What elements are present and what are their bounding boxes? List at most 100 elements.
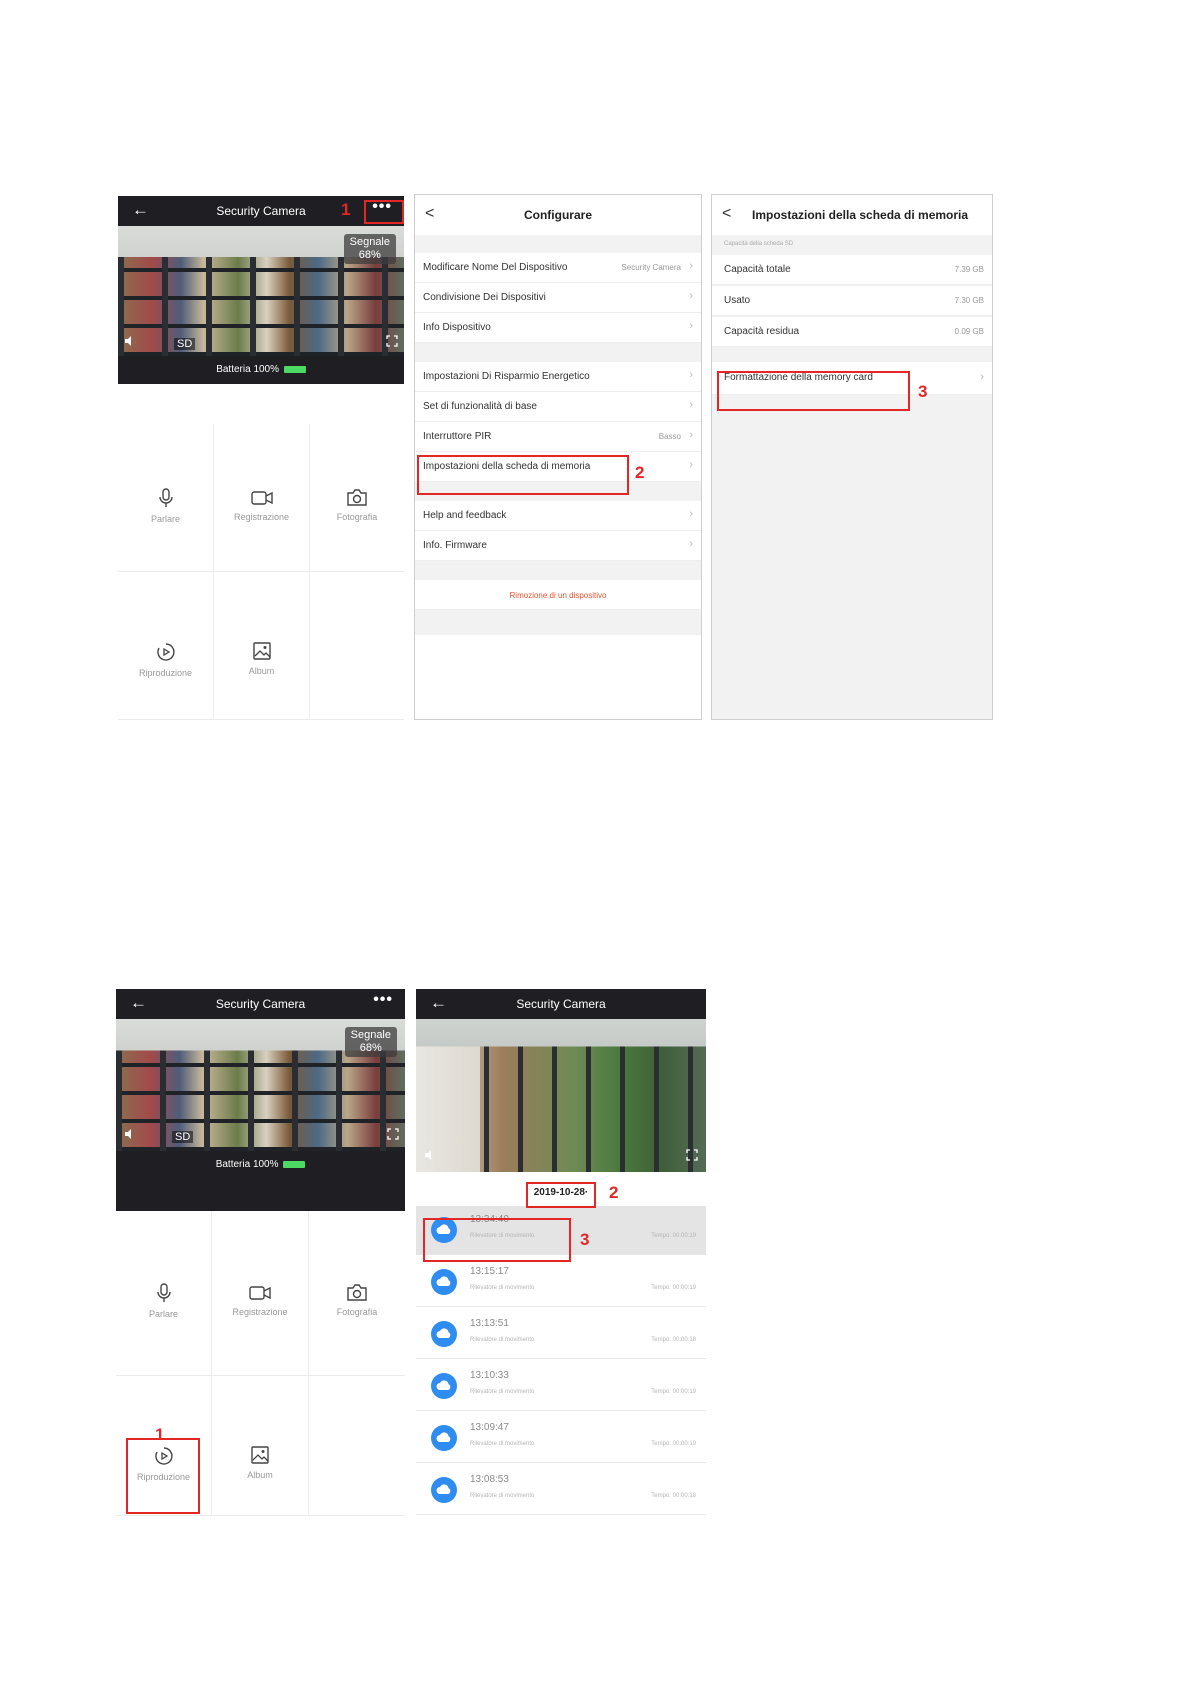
event-duration: Tempo: 00:00:19 [651, 1389, 696, 1395]
setting-label: Condivisione Dei Dispositivi [423, 292, 546, 303]
setting-label: Info Dispositivo [423, 322, 491, 333]
chevron-right-icon: › [689, 369, 693, 381]
live-video-feed[interactable]: Segnale 68% SD [116, 1019, 405, 1151]
action-label: Registrazione [232, 1307, 288, 1317]
annotation-box-event [423, 1218, 571, 1262]
setting-pir-switch[interactable]: Interruttore PIR Basso › [415, 422, 701, 452]
action-playback[interactable]: Riproduzione [118, 572, 214, 720]
event-time: 13:10:33 [470, 1370, 509, 1381]
annotation-number: 2 [635, 463, 645, 482]
video-camera-icon [250, 491, 273, 505]
event-row[interactable]: 13:08:53 Rilevatore di movimento Tempo: … [416, 1466, 706, 1515]
capacity-label: Capacità residua [724, 326, 800, 337]
setting-device-info[interactable]: Info Dispositivo › [415, 313, 701, 343]
capacity-used-row: Usato 7.30 GB [712, 286, 992, 316]
back-chevron-icon[interactable]: < [722, 205, 731, 223]
action-label: Parlare [150, 514, 180, 524]
sd-label[interactable]: SD [172, 1131, 194, 1143]
page-title: Impostazioni della scheda di memoria [752, 208, 969, 222]
camera-icon [347, 1284, 367, 1301]
signal-label: Segnale [350, 1029, 391, 1041]
event-type: Rilevatore di movimento [470, 1493, 535, 1499]
capacity-value: 7.39 GB [954, 265, 984, 274]
capacity-value: 7.30 GB [954, 296, 984, 305]
setting-basic-features[interactable]: Set di funzionalità di base › [415, 392, 701, 422]
action-label: Album [248, 666, 275, 676]
action-photo[interactable]: Fotografia [310, 424, 404, 572]
remove-device-button[interactable]: Rimozione di un dispositivo [415, 580, 701, 610]
event-type: Rilevatore di movimento [470, 1389, 535, 1395]
chevron-right-icon: › [689, 320, 693, 332]
capacity-label: Capacità totale [724, 264, 791, 275]
battery-value: 100% [253, 364, 280, 375]
action-grid: Parlare Registrazione Fotografia Riprodu… [118, 424, 404, 720]
battery-value: 100% [252, 1159, 279, 1170]
annotation-box-format [717, 371, 910, 411]
chevron-right-icon: › [689, 538, 693, 550]
mute-icon[interactable] [124, 335, 136, 350]
event-type: Rilevatore di movimento [470, 1441, 535, 1447]
event-time: 13:09:47 [470, 1422, 509, 1433]
event-duration: Tempo: 00:00:18 [651, 1493, 696, 1499]
event-row[interactable]: 13:13:51 Rilevatore di movimento Tempo: … [416, 1310, 706, 1359]
action-label: Parlare [148, 1309, 178, 1319]
annotation-number: 2 [609, 1183, 619, 1202]
fullscreen-icon[interactable] [386, 335, 398, 350]
capacity-label: Usato [724, 295, 751, 306]
more-options-icon[interactable]: ••• [373, 991, 393, 1009]
annotation-number: 3 [580, 1230, 590, 1249]
cloud-icon [431, 1477, 457, 1503]
chevron-right-icon: › [689, 290, 693, 302]
chevron-right-icon: › [689, 459, 693, 471]
event-type: Rilevatore di movimento [470, 1285, 535, 1291]
action-empty [310, 572, 404, 720]
battery-icon [283, 1160, 306, 1168]
sd-label[interactable]: SD [174, 338, 196, 350]
remove-device-label: Rimozione di un dispositivo [509, 591, 607, 600]
playback-video[interactable] [416, 1019, 706, 1172]
image-icon [252, 642, 271, 660]
mute-icon[interactable] [124, 1128, 136, 1143]
setting-device-sharing[interactable]: Condivisione Dei Dispositivi › [415, 283, 701, 313]
settings-header: < Configurare [415, 195, 701, 235]
annotation-number: 3 [918, 382, 928, 401]
action-empty [309, 1376, 405, 1516]
action-label: Registrazione [233, 512, 290, 522]
action-album[interactable]: Album [212, 1376, 309, 1516]
live-video-feed[interactable]: Segnale 68% SD [118, 226, 404, 356]
header-title: Security Camera [215, 997, 306, 1011]
action-record[interactable]: Registrazione [212, 1211, 309, 1376]
setting-label: Modificare Nome Del Dispositivo [423, 262, 568, 273]
battery-status: Batteria 100% [116, 1151, 405, 1211]
mute-icon[interactable] [424, 1149, 436, 1164]
action-photo[interactable]: Fotografia [309, 1211, 405, 1376]
event-row[interactable]: 13:10:33 Rilevatore di movimento Tempo: … [416, 1362, 706, 1411]
annotation-box-playback [126, 1438, 200, 1514]
signal-value: 68% [359, 1042, 382, 1054]
annotation-number: 1 [341, 200, 351, 219]
event-row[interactable]: 13:15:17 Rilevatore di movimento Tempo: … [416, 1258, 706, 1307]
setting-power-saving[interactable]: Impostazioni Di Risparmio Energetico › [415, 362, 701, 392]
event-type: Rilevatore di movimento [470, 1337, 535, 1343]
action-label: Riproduzione [138, 668, 193, 678]
header-title: Security Camera [216, 204, 306, 218]
capacity-remaining-row: Capacità residua 0.09 GB [712, 317, 992, 347]
fullscreen-icon[interactable] [686, 1149, 698, 1164]
event-row[interactable]: 13:09:47 Rilevatore di movimento Tempo: … [416, 1414, 706, 1463]
page-title: Configurare [523, 208, 592, 222]
setting-help-feedback[interactable]: Help and feedback › [415, 501, 701, 531]
setting-label: Set di funzionalità di base [423, 401, 537, 412]
action-label: Fotografia [336, 1307, 378, 1317]
action-album[interactable]: Album [214, 572, 310, 720]
fullscreen-icon[interactable] [387, 1128, 399, 1143]
setting-device-name[interactable]: Modificare Nome Del Dispositivo Security… [415, 253, 701, 283]
action-record[interactable]: Registrazione [214, 424, 310, 572]
action-speak[interactable]: Parlare [116, 1211, 212, 1376]
annotation-box-date [526, 1182, 596, 1208]
battery-label: Batteria [216, 364, 251, 375]
action-speak[interactable]: Parlare [118, 424, 214, 572]
event-time: 13:15:17 [470, 1266, 509, 1277]
annotation-box-more [364, 200, 404, 224]
setting-firmware-info[interactable]: Info. Firmware › [415, 531, 701, 561]
playback-icon [156, 643, 175, 661]
